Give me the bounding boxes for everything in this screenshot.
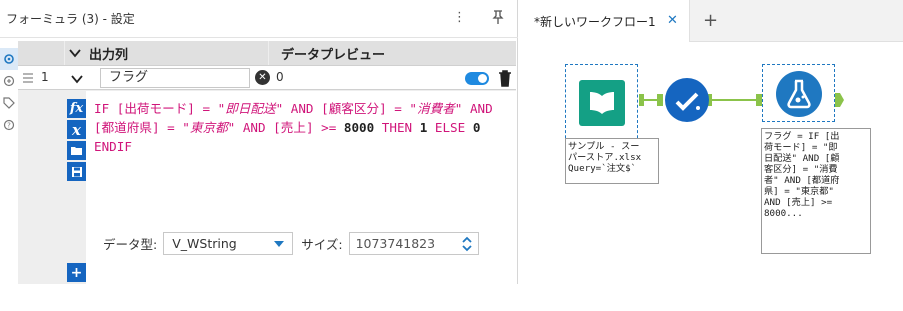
workflow-tab-bar: *新しいワークフロー1 ✕ +: [526, 0, 903, 42]
input-tool-node[interactable]: サンプル - スー パーストア.xlsx Query=`注文$`: [565, 64, 659, 184]
formula-expression[interactable]: IF [出荷モード] = "即日配送" AND [顧客区分] = "消費者" A…: [94, 99, 509, 156]
pin-icon[interactable]: [492, 10, 504, 28]
panel-tools: ⋮: [453, 10, 504, 28]
filter-check-icon[interactable]: [665, 78, 709, 122]
formula-token: AND: [235, 120, 274, 135]
formula-token: IF: [94, 101, 117, 116]
datatype-row: データ型: V_WString サイズ: 1073741823: [103, 232, 479, 255]
workflow-canvas-area: *新しいワークフロー1 ✕ + サンプル - スー パーストア.xlsx Que…: [526, 0, 903, 284]
new-tab-icon[interactable]: +: [703, 10, 718, 31]
add-formula-button[interactable]: +: [67, 263, 86, 282]
output-column-header: 出力列: [65, 41, 268, 65]
row-collapse-icon[interactable]: [71, 74, 83, 84]
function-fx-icon[interactable]: fx: [67, 99, 86, 118]
input-anchor: [639, 94, 644, 106]
formula-grid: 出力列 データプレビュー 1 フラグ ✕ 0 fx x IF [出荷モード] =…: [18, 41, 516, 311]
row-index: 1: [41, 70, 49, 84]
formula-token: >=: [313, 120, 344, 135]
more-options-icon[interactable]: ⋮: [453, 10, 466, 28]
formula-tool-annotation-box: フラグ = IF [出 荷モード] = "即 日配送" AND [顧 客区分] …: [761, 128, 871, 254]
output-field-name-input[interactable]: フラグ: [100, 68, 250, 88]
configuration-gear-icon[interactable]: [0, 48, 18, 70]
side-icon-bar: ?: [0, 48, 18, 136]
dropdown-caret-icon: [274, 241, 285, 247]
variable-x-icon[interactable]: x: [67, 120, 86, 139]
configuration-panel: フォーミュラ (3) - 設定 ⋮ ? 出力列 データプレビュー 1 フラグ ✕…: [0, 0, 518, 311]
tab-label: *新しいワークフロー1: [534, 14, 656, 29]
formula-row[interactable]: 1 フラグ ✕ 0: [18, 65, 516, 90]
output-column-label: 出力列: [89, 47, 129, 63]
formula-token: [出荷モード]: [116, 101, 195, 116]
formula-tool-node[interactable]: [762, 64, 835, 122]
expression-editor[interactable]: IF [出荷モード] = "即日配送" AND [顧客区分] = "消費者" A…: [86, 91, 516, 311]
collapse-all-icon[interactable]: [69, 48, 81, 58]
size-input[interactable]: 1073741823: [348, 232, 479, 255]
open-folder-icon[interactable]: [67, 141, 86, 160]
formula-token: "東京都": [182, 120, 236, 135]
preview-column-header: データプレビュー: [269, 41, 516, 65]
formula-token: 8000: [343, 120, 375, 135]
formula-out-anchor: [835, 93, 844, 107]
delete-icon[interactable]: [498, 69, 512, 87]
book-icon: [579, 80, 625, 126]
svg-text:?: ?: [7, 122, 11, 130]
size-value: 1073741823: [355, 236, 436, 251]
tab-workflow-1[interactable]: *新しいワークフロー1 ✕: [526, 0, 690, 42]
spinner-icon[interactable]: [461, 236, 472, 252]
formula-token: [都道府県]: [94, 120, 160, 135]
formula-token: AND: [462, 101, 501, 116]
datatype-value: V_WString: [172, 236, 237, 251]
drag-handle-icon[interactable]: [22, 72, 34, 84]
formula-token: AND: [283, 101, 322, 116]
formula-token: =: [386, 101, 410, 116]
formula-token: [売上]: [273, 120, 314, 135]
layout-options-icon[interactable]: [0, 70, 18, 92]
save-expression-icon[interactable]: [67, 162, 86, 181]
input-tool-annotation: サンプル - スー パーストア.xlsx Query=`注文$`: [568, 141, 642, 174]
annotation-tag-icon[interactable]: [0, 92, 18, 114]
preview-value: 0: [276, 70, 284, 84]
datatype-select[interactable]: V_WString: [163, 232, 294, 255]
flask-icon: [776, 71, 822, 117]
filter-in-anchor: [657, 94, 663, 106]
formula-token: =: [159, 120, 183, 135]
panel-header: フォーミュラ (3) - 設定 ⋮: [0, 0, 518, 38]
formula-token: "消費者": [409, 101, 463, 116]
grid-corner: [18, 41, 64, 65]
close-tab-icon[interactable]: ✕: [667, 13, 678, 28]
formula-token: [顧客区分]: [321, 101, 387, 116]
datatype-label: データ型:: [103, 237, 158, 252]
formula-token: "即日配送": [217, 101, 284, 116]
formula-token: ELSE: [427, 120, 473, 135]
formula-token: =: [194, 101, 218, 116]
help-icon[interactable]: ?: [0, 114, 18, 136]
input-tool-annotation-box: サンプル - スー パーストア.xlsx Query=`注文$`: [565, 138, 659, 184]
panel-title: フォーミュラ (3) - 設定: [6, 12, 135, 26]
formula-tool-annotation: フラグ = IF [出 荷モード] = "即 日配送" AND [顧 客区分] …: [764, 131, 840, 219]
clear-field-icon[interactable]: ✕: [255, 70, 270, 85]
size-label: サイズ:: [301, 237, 343, 252]
preview-column-label: データプレビュー: [281, 47, 386, 63]
formula-token: THEN: [374, 120, 420, 135]
enable-toggle[interactable]: [465, 72, 489, 85]
